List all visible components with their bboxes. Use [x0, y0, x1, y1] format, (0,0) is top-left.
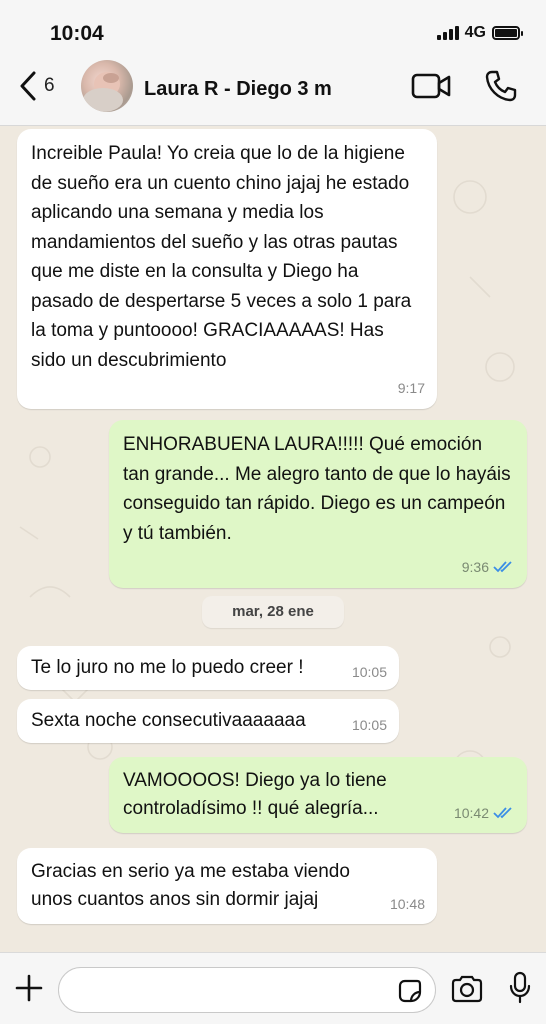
- back-chevron-icon: [20, 71, 36, 101]
- message-text: Gracias en serio ya me estaba viendo uno…: [31, 861, 350, 910]
- message-text: VAMOOOOS! Diego ya lo tiene controladísi…: [123, 770, 387, 819]
- message-bubble-incoming[interactable]: Gracias en serio ya me estaba viendo uno…: [17, 848, 437, 924]
- battery-icon: [492, 26, 523, 40]
- message-time: 9:36: [461, 558, 489, 575]
- status-indicators: 4G: [436, 24, 523, 42]
- message-input[interactable]: [58, 967, 436, 1013]
- unread-count: 6: [44, 75, 55, 96]
- sticker-icon[interactable]: [397, 978, 423, 1004]
- message-bubble-incoming[interactable]: Increible Paula! Yo creia que lo de la h…: [17, 129, 437, 409]
- message-bubble-incoming[interactable]: Sexta noche consecutivaaaaaaa 10:05: [17, 699, 399, 743]
- microphone-icon[interactable]: [508, 971, 532, 1005]
- plus-icon[interactable]: [14, 973, 44, 1003]
- message-bubble-outgoing[interactable]: VAMOOOOS! Diego ya lo tiene controladísi…: [109, 757, 527, 833]
- message-time: 10:05: [351, 717, 387, 733]
- message-list[interactable]: Increible Paula! Yo creia que lo de la h…: [0, 127, 546, 952]
- message-time: 10:05: [351, 664, 387, 680]
- network-type: 4G: [464, 24, 486, 41]
- message-text: ENHORABUENA LAURA!!!!! Qué emoción tan g…: [123, 434, 511, 544]
- double-check-icon: [493, 807, 512, 819]
- status-time: 10:04: [50, 22, 104, 45]
- message-text: Te lo juro no me lo puedo creer !: [31, 657, 304, 678]
- avatar-photo: [83, 72, 123, 112]
- message-meta: 9:36: [462, 553, 515, 583]
- message-text: Increible Paula! Yo creia que lo de la h…: [31, 143, 412, 371]
- avatar[interactable]: [81, 60, 133, 112]
- video-call-icon[interactable]: [411, 71, 451, 101]
- camera-icon[interactable]: [450, 975, 484, 1003]
- message-text: Sexta noche consecutivaaaaaaa: [31, 710, 306, 731]
- message-bubble-outgoing[interactable]: ENHORABUENA LAURA!!!!! Qué emoción tan g…: [109, 420, 527, 588]
- date-divider: mar, 28 ene: [202, 596, 344, 628]
- message-time: 9:17: [397, 379, 425, 396]
- double-check-icon: [493, 561, 512, 573]
- signal-icon: [436, 26, 459, 40]
- contact-name[interactable]: Laura R - Diego 3 m: [144, 78, 332, 101]
- back-button[interactable]: 6: [18, 70, 55, 102]
- compose-bar: [0, 952, 546, 1024]
- chat-header: 10:04 4G 6 Laura R - Diego 3 m: [0, 0, 546, 126]
- message-meta: 10:42: [454, 799, 515, 827]
- message-time: 10:42: [453, 805, 489, 821]
- phone-icon[interactable]: [484, 69, 518, 103]
- message-bubble-incoming[interactable]: Te lo juro no me lo puedo creer ! 10:05: [17, 646, 399, 690]
- message-time: 10:48: [389, 896, 425, 912]
